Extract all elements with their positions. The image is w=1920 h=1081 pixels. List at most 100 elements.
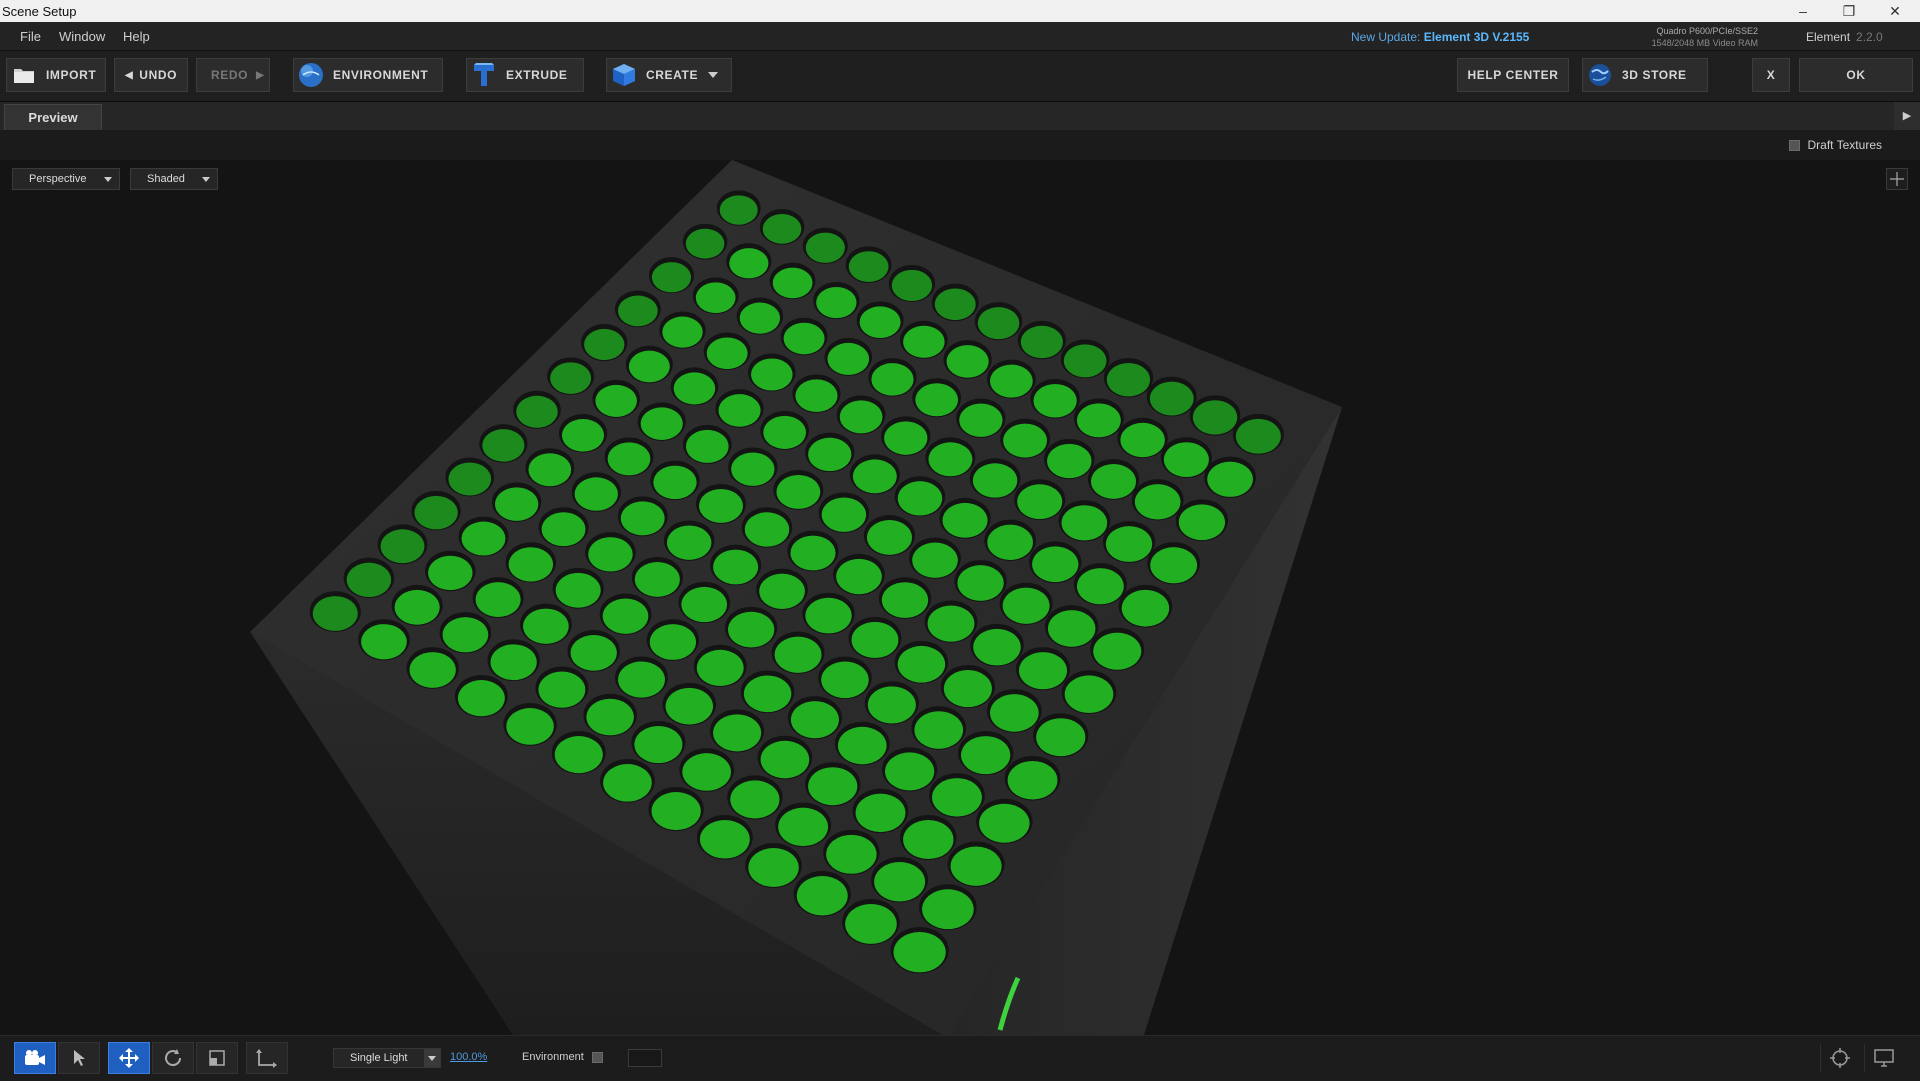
- vent-light: [718, 394, 761, 427]
- scale-tool-button[interactable]: [196, 1042, 238, 1074]
- vent-light: [989, 694, 1039, 732]
- menu-help[interactable]: Help: [123, 29, 150, 44]
- move-icon: [119, 1048, 139, 1068]
- axis-tool-button[interactable]: [246, 1042, 288, 1074]
- vent-light: [943, 670, 992, 708]
- camera-view-dropdown[interactable]: Perspective: [12, 168, 120, 190]
- vent-light: [912, 542, 958, 578]
- restore-button[interactable]: ❐: [1826, 0, 1872, 22]
- vent-light: [987, 524, 1033, 560]
- vent-light: [651, 262, 692, 293]
- extrude-button[interactable]: EXTRUDE: [466, 58, 584, 92]
- extrude-t-icon: [470, 61, 498, 89]
- render-settings-button[interactable]: [1820, 1044, 1859, 1072]
- vent-light: [836, 558, 882, 595]
- vent-light: [959, 403, 1003, 437]
- vent-light: [1020, 325, 1063, 359]
- vent-light: [538, 671, 586, 708]
- vent-light: [448, 462, 492, 496]
- tab-preview[interactable]: Preview: [4, 104, 102, 130]
- create-button[interactable]: CREATE: [606, 58, 732, 92]
- vent-light: [665, 687, 714, 725]
- vent-light: [673, 372, 716, 405]
- console-model: [250, 160, 1342, 1035]
- vent-light: [1192, 400, 1238, 435]
- vent-light: [946, 345, 989, 378]
- cancel-button[interactable]: X: [1752, 58, 1790, 92]
- vent-light: [1003, 423, 1048, 458]
- import-button[interactable]: IMPORT: [6, 58, 106, 92]
- light-intensity-value[interactable]: 100.0%: [450, 1051, 487, 1063]
- vent-light: [1064, 675, 1114, 714]
- move-tool-button[interactable]: [108, 1042, 150, 1074]
- vent-light: [482, 429, 525, 462]
- vent-light: [528, 453, 572, 487]
- vent-light: [1149, 381, 1194, 416]
- camera-tool-button[interactable]: [14, 1042, 56, 1074]
- vent-light: [1120, 422, 1165, 458]
- vent-light: [651, 792, 701, 831]
- environment-checkbox[interactable]: [591, 1051, 603, 1063]
- vent-light: [790, 701, 839, 739]
- vent-light: [666, 525, 712, 560]
- ok-button[interactable]: OK: [1799, 58, 1913, 92]
- vent-light: [759, 573, 805, 609]
- vent-light: [808, 767, 858, 806]
- vent-light: [1063, 344, 1107, 378]
- vent-light: [790, 535, 836, 571]
- gpu-name: Quadro P600/PCIe/SSE2: [1656, 26, 1758, 36]
- vent-light: [640, 407, 683, 440]
- menu-file[interactable]: File: [20, 29, 41, 44]
- vent-light: [695, 282, 736, 314]
- vent-light: [428, 555, 473, 591]
- vent-light: [743, 675, 792, 713]
- draft-textures-toggle[interactable]: Draft Textures: [1788, 138, 1882, 152]
- vent-light: [414, 495, 458, 530]
- vent-light: [607, 442, 651, 476]
- vent-light: [1106, 362, 1151, 397]
- environment-toggle[interactable]: Environment: [522, 1051, 603, 1063]
- help-center-button[interactable]: HELP CENTER: [1457, 58, 1569, 92]
- vent-light: [837, 726, 887, 765]
- update-notice[interactable]: New Update: Element 3D V.2155: [1351, 30, 1529, 44]
- close-window-button[interactable]: ✕: [1872, 0, 1918, 22]
- vent-light: [774, 636, 822, 673]
- vent-light: [762, 213, 802, 244]
- vent-light: [550, 362, 592, 394]
- draft-textures-checkbox[interactable]: [1788, 139, 1800, 151]
- select-tool-button[interactable]: [58, 1042, 100, 1074]
- rotate-tool-button[interactable]: [152, 1042, 194, 1074]
- undo-button[interactable]: ◀ UNDO: [114, 58, 188, 92]
- vent-light: [1018, 652, 1068, 690]
- vent-light: [922, 889, 974, 930]
- vent-light: [719, 195, 758, 225]
- vent-light: [618, 661, 665, 698]
- vent-light: [713, 714, 762, 752]
- display-settings-button[interactable]: [1864, 1044, 1903, 1072]
- chevron-down-icon: [708, 72, 719, 78]
- 3d-viewport[interactable]: Perspective Shaded: [0, 160, 1920, 1035]
- select-arrow-icon: [74, 1050, 85, 1066]
- redo-button[interactable]: REDO ▶: [196, 58, 270, 92]
- vent-light: [891, 269, 933, 302]
- maximize-viewport-button[interactable]: [1886, 168, 1908, 190]
- minimize-button[interactable]: –: [1780, 0, 1826, 22]
- vent-light: [795, 379, 838, 412]
- environment-button[interactable]: ENVIRONMENT: [293, 58, 443, 92]
- light-preset-dropdown[interactable]: Single Light: [333, 1048, 441, 1068]
- product-info: Element 2.2.0: [1806, 30, 1883, 44]
- globe-icon: [297, 61, 325, 89]
- vent-light: [751, 358, 793, 391]
- menu-window[interactable]: Window: [59, 29, 105, 44]
- scale-icon: [209, 1050, 225, 1066]
- shading-mode-dropdown[interactable]: Shaded: [130, 168, 218, 190]
- monitor-icon: [1874, 1049, 1894, 1067]
- vent-light: [957, 565, 1004, 601]
- environment-color-swatch[interactable]: [628, 1049, 662, 1067]
- 3d-store-button[interactable]: 3D STORE: [1582, 58, 1708, 92]
- vent-light: [903, 325, 945, 358]
- vent-light: [1121, 589, 1170, 627]
- panel-expand-arrow-icon[interactable]: ▶: [1894, 102, 1920, 130]
- vent-light: [541, 512, 586, 547]
- store-globe-icon: [1586, 61, 1614, 89]
